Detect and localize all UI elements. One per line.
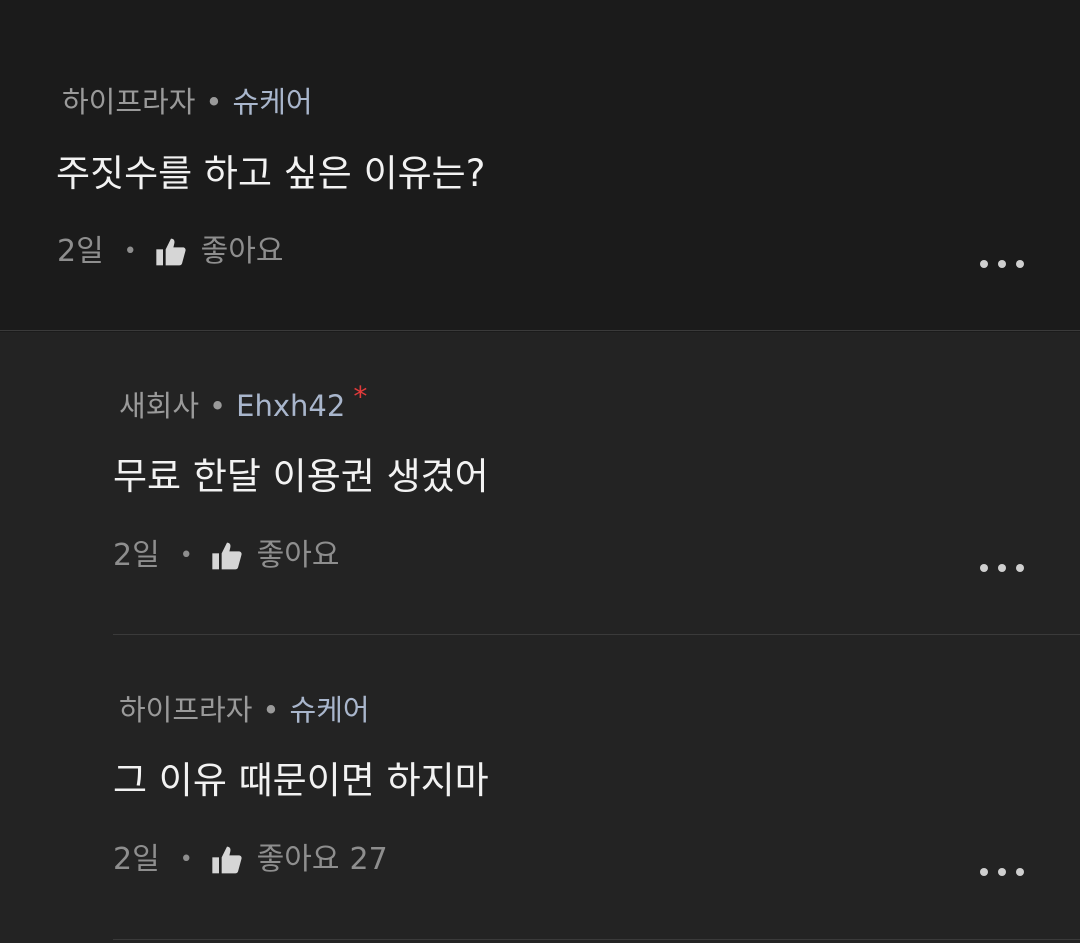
reply-item: 새회사 • Ehxh42 * 무료 한달 이용권 생겼어 2일 • 좋아요 — [0, 332, 1080, 635]
like-button[interactable]: 좋아요 — [211, 538, 340, 574]
comment-text: 주짓수를 하고 싶은 이유는? — [56, 152, 486, 195]
more-dot — [1016, 564, 1024, 572]
more-dots-icon — [980, 564, 988, 572]
more-dot — [998, 260, 1006, 268]
comment-text: 그 이유 때문이면 하지마 — [113, 759, 489, 802]
author-job: Ehxh42 — [236, 389, 346, 423]
comment-time: 2일 — [113, 538, 160, 573]
meta-separator: • — [209, 389, 227, 423]
comment-author[interactable]: 하이프라자 • 슈케어 — [119, 692, 370, 728]
footer-separator: • — [179, 847, 193, 872]
author-company: 새회사 — [119, 389, 200, 423]
comment-thread: 하이프라자 • 슈케어 주짓수를 하고 싶은 이유는? 2일 • 좋아요 새회사 • E… — [0, 0, 1080, 943]
like-count: 27 — [349, 842, 388, 877]
comment-author[interactable]: 하이프라자 • 슈케어 — [62, 84, 313, 120]
like-label: 좋아요 — [256, 538, 340, 573]
like-button[interactable]: 좋아요 — [155, 234, 284, 270]
footer-separator: • — [123, 239, 137, 264]
more-dots-icon — [980, 260, 988, 268]
more-options-button[interactable] — [980, 258, 1024, 270]
comment-text: 무료 한달 이용권 생겼어 — [113, 455, 489, 498]
more-dot — [1016, 868, 1024, 876]
reply-divider — [113, 939, 1080, 940]
more-dot — [998, 868, 1006, 876]
reply-item: 하이프라자 • 슈케어 그 이유 때문이면 하지마 2일 • 좋아요 27 — [0, 635, 1080, 940]
author-company: 하이프라자 — [62, 85, 196, 119]
meta-separator: • — [262, 693, 280, 727]
like-label: 좋아요 — [256, 842, 340, 877]
more-options-button[interactable] — [980, 562, 1024, 574]
comment-item: 하이프라자 • 슈케어 주짓수를 하고 싶은 이유는? 2일 • 좋아요 — [0, 0, 1080, 331]
like-button[interactable]: 좋아요 27 — [211, 842, 388, 878]
thumbs-up-icon — [212, 542, 242, 570]
more-options-button[interactable] — [980, 866, 1024, 878]
reply-list: 새회사 • Ehxh42 * 무료 한달 이용권 생겼어 2일 • 좋아요 하이… — [0, 332, 1080, 943]
author-job: 슈케어 — [232, 85, 313, 119]
comment-footer: 2일 • 좋아요 27 — [113, 842, 388, 878]
author-job: 슈케어 — [289, 693, 370, 727]
comment-time: 2일 — [113, 842, 160, 877]
comment-footer: 2일 • 좋아요 — [113, 538, 339, 574]
author-company: 하이프라자 — [119, 693, 253, 727]
verified-mark: * — [353, 380, 368, 413]
comment-author[interactable]: 새회사 • Ehxh42 * — [119, 380, 367, 425]
thumbs-up-icon — [212, 846, 242, 874]
comment-footer: 2일 • 좋아요 — [57, 234, 283, 270]
more-dot — [998, 564, 1006, 572]
more-dot — [1016, 260, 1024, 268]
thumbs-up-icon — [156, 238, 186, 266]
like-label: 좋아요 — [200, 234, 284, 269]
comment-time: 2일 — [57, 234, 104, 269]
meta-separator: • — [205, 85, 223, 119]
more-dots-icon — [980, 868, 988, 876]
footer-separator: • — [179, 543, 193, 568]
